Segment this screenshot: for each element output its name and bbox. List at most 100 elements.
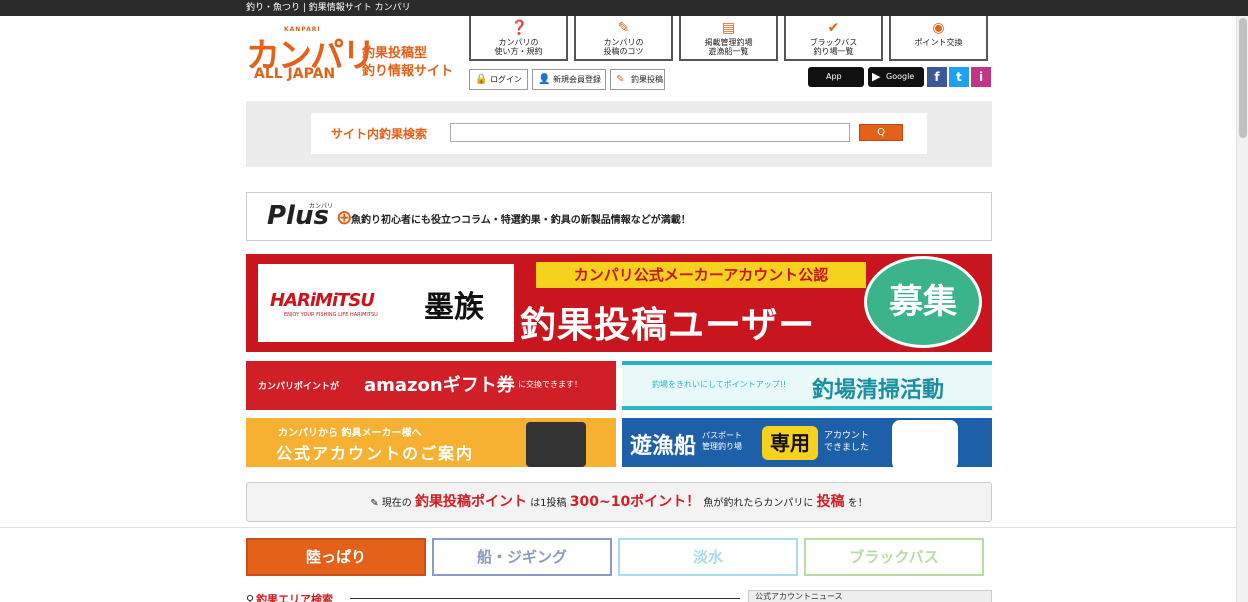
phone-image [526, 422, 586, 467]
nav-label-1: カンパリの [603, 38, 644, 47]
points-prefix: ✎ 現在の [370, 498, 412, 509]
scrollbar-thumb[interactable] [1239, 18, 1247, 138]
plus-banner[interactable]: Plus ⊕ カンパリ 魚釣り初心者にも役立つコラム・特選釣果・釣具の新製品情報… [246, 192, 992, 241]
coins-icon: ◉ [932, 20, 945, 36]
register-label: 新規会員登録 [553, 75, 601, 84]
points-highlight-2: 300~10ポイント！ [569, 494, 701, 510]
logo-tagline-1: 釣果投稿型 [362, 46, 428, 61]
cleanup-banner-text-a: 釣場をきれいにしてポイントアップ!! [652, 380, 787, 389]
scrollbar[interactable] [1236, 16, 1248, 602]
logo-tagline-2: 釣り情報サイト [362, 64, 454, 79]
nav-label-1: ブラックバス [809, 38, 858, 47]
nav-how-to-use[interactable]: ❓ カンパリの 使い方・規約 [469, 16, 568, 61]
section-divider [0, 527, 1236, 528]
news-title: 公式アカウントニュース [755, 592, 843, 601]
area-search-heading: ⚲ 釣果エリア検索 [246, 591, 333, 602]
tab-black-bass[interactable]: ブラックバス [804, 538, 984, 576]
banner-title: 釣果投稿ユーザー [520, 305, 816, 346]
search-label: サイト内釣果検索 [331, 127, 428, 141]
document-icon: ▤ [721, 20, 736, 36]
banner-ribbon: カンパリ公式メーカーアカウント公認 [536, 262, 866, 288]
banner-circle: 募集 [864, 256, 982, 348]
nav-label-2: 釣り場一覧 [813, 47, 854, 56]
amazon-gift-banner[interactable]: カンパリポイントが amazonギフト券 に交換できます！ [246, 361, 616, 410]
lock-icon: 🔒 [475, 74, 488, 85]
search-section: サイト内釣果検索 Q [246, 101, 992, 167]
points-highlight-1: 釣果投稿ポイント [415, 494, 527, 510]
google-play-label: Google Play [886, 72, 915, 101]
boat-banner-text-a: 遊漁船 [630, 434, 697, 459]
post-label: 釣果投稿 [631, 75, 663, 84]
brand-sub: ENJOY YOUR FISHING LIFE HARIMITSU [284, 312, 378, 318]
brand-kanji: 墨族 [424, 290, 484, 325]
nav-label-2: 遊漁船一覧 [708, 47, 749, 56]
nav-point-exchange[interactable]: ◉ ポイント交換 [889, 16, 988, 61]
nav-posting-tips[interactable]: ✎ カンパリの 投稿のコツ [574, 16, 673, 61]
search-icon: Q [877, 127, 885, 138]
app-store-badge[interactable]: App Store [808, 67, 864, 101]
boat-banner-b2: 管理釣り場 [702, 442, 742, 451]
user-icon: 👤 [538, 74, 551, 85]
area-search-title: 釣果エリア検索 [256, 593, 334, 602]
boat-banner-d2: できました [824, 443, 870, 453]
boat-banner-badge: 専用 [762, 426, 818, 460]
register-button[interactable]: 👤 新規会員登録 [532, 69, 606, 90]
login-button[interactable]: 🔒 ログイン [469, 69, 528, 90]
points-mid: は1投稿 [530, 498, 567, 509]
points-suffix: を！ [847, 498, 868, 509]
pencil-icon: ✎ [617, 20, 630, 36]
nav-label-1: ポイント交換 [914, 38, 963, 47]
amazon-banner-text-c: に交換できます！ [518, 380, 582, 389]
tab-boat-jigging[interactable]: 船・ジギング [432, 538, 612, 576]
boat-banner-b1: パスポート [702, 431, 742, 440]
maker-banner-text-b: 公式アカウントのご案内 [276, 444, 475, 463]
amazon-banner-text-b: amazonギフト券 [364, 375, 515, 396]
points-notice: ✎ 現在の 釣果投稿ポイント は1投稿 300~10ポイント！ 魚が釣れたらカン… [246, 482, 992, 522]
harimitsu-banner[interactable]: HARiMiTSU ENJOY YOUR FISHING LIFE HARIMI… [246, 254, 992, 352]
nav-label-1: カンパリの [498, 38, 539, 47]
edit-icon: ✎ [616, 74, 625, 85]
tab-shore[interactable]: 陸っぱり [246, 538, 426, 576]
points-mid-2: 魚が釣れたらカンパリに [703, 498, 814, 509]
logo-sub-text: ALL JAPAN [254, 66, 336, 82]
question-icon: ❓ [510, 20, 528, 36]
nav-bass-spots[interactable]: ✔ ブラックバス 釣り場一覧 [784, 16, 883, 61]
login-label: ログイン [490, 75, 522, 84]
boat-account-banner[interactable]: 遊漁船 パスポート管理釣り場 専用 アカウントできました [622, 418, 992, 467]
plus-ruby: カンパリ [309, 203, 334, 210]
nav-label-1: 掲載管理釣場 [704, 38, 753, 47]
nav-fishing-spots[interactable]: ▤ 掲載管理釣場 遊漁船一覧 [679, 16, 778, 61]
site-logo[interactable]: KANPARI カンパリ ALL JAPAN 釣果投稿型 釣り情報サイト [246, 24, 466, 84]
top-bar: 釣り・魚つり | 釣果情報サイト カンパリ [0, 0, 1248, 16]
boat-banner-text-b: パスポート管理釣り場 [702, 430, 742, 452]
cleanup-banner-text-b: 釣場清掃活動 [812, 378, 945, 403]
points-highlight-3: 投稿 [816, 494, 845, 510]
boat-banner-d1: アカウント [824, 431, 870, 441]
search-input[interactable] [450, 123, 850, 142]
brand-logo: HARiMiTSU [270, 290, 375, 311]
plus-description: 魚釣り初心者にも役立つコラム・特選釣果・釣具の新製品情報などが満載！ [351, 215, 691, 226]
post-catch-button[interactable]: ✎ 釣果投稿 [610, 69, 665, 90]
nav-label-2: 投稿のコツ [603, 47, 644, 56]
maker-account-banner[interactable]: カンパリから 釣具メーカー様へ 公式アカウントのご案内 [246, 418, 616, 467]
nav-label-2: 使い方・規約 [494, 47, 543, 56]
instagram-icon[interactable]: i [971, 67, 991, 87]
area-heading-line [350, 598, 740, 599]
search-box: サイト内釣果検索 Q [311, 113, 927, 154]
phone-image [892, 420, 958, 467]
amazon-banner-text-a: カンパリポイントが [258, 382, 340, 392]
official-news-header: 公式アカウントニュース [748, 590, 992, 602]
check-icon: ✔ [827, 20, 840, 36]
boat-banner-text-d: アカウントできました [824, 430, 869, 454]
tab-freshwater[interactable]: 淡水 [618, 538, 798, 576]
google-play-badge[interactable]: ▶ Google Play [868, 67, 924, 101]
facebook-icon[interactable]: f [927, 67, 947, 87]
cleanup-banner[interactable]: 釣場をきれいにしてポイントアップ!! 釣場清掃活動 [622, 361, 992, 410]
search-button[interactable]: Q [859, 124, 903, 141]
app-store-label: App Store [826, 72, 848, 101]
twitter-icon[interactable]: t [949, 67, 969, 87]
search-icon: ⚲ [246, 593, 255, 602]
maker-banner-text-a: カンパリから 釣具メーカー様へ [278, 428, 422, 439]
play-icon: ▶ [872, 70, 881, 83]
site-breadcrumb: 釣り・魚つり | 釣果情報サイト カンパリ [246, 3, 411, 13]
